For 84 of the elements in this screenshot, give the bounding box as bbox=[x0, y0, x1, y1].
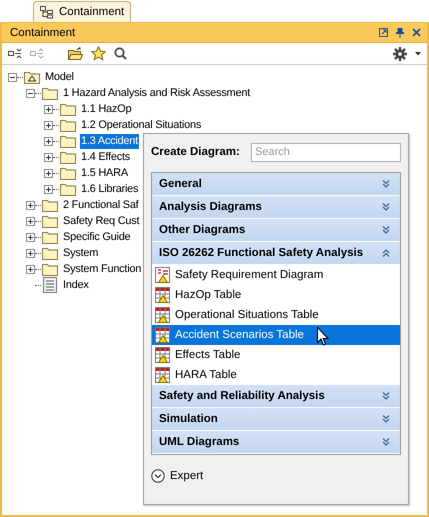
tree-item[interactable]: System Function bbox=[62, 262, 142, 276]
collapse-icon[interactable] bbox=[26, 88, 35, 98]
diagram-item[interactable]: Accident Scenarios Table bbox=[152, 325, 400, 345]
expand-icon[interactable] bbox=[26, 216, 35, 226]
collapse-icon[interactable] bbox=[8, 72, 17, 82]
tree-item[interactable]: 1.6 Libraries bbox=[80, 182, 140, 196]
diagram-item[interactable]: HARA Table bbox=[152, 365, 400, 385]
section-header[interactable]: Analysis Diagrams bbox=[152, 196, 400, 219]
diagram-item[interactable]: HazOp Table bbox=[152, 285, 400, 305]
table-icon bbox=[155, 287, 171, 303]
panel-title: Containment bbox=[10, 26, 76, 38]
table-icon bbox=[155, 367, 171, 383]
section-header[interactable]: General bbox=[152, 173, 400, 196]
table-icon bbox=[155, 347, 171, 363]
expand-chevron-icon bbox=[382, 180, 390, 188]
section-header[interactable]: UML Diagrams bbox=[152, 431, 400, 454]
requirement-diagram-icon bbox=[155, 267, 171, 283]
search-field[interactable]: Search bbox=[251, 142, 401, 162]
expand-icon[interactable] bbox=[44, 104, 53, 114]
collapse-tree-icon[interactable] bbox=[8, 48, 22, 60]
tree-item[interactable]: Model bbox=[44, 70, 75, 84]
pin-icon[interactable] bbox=[396, 28, 404, 38]
folder-icon bbox=[60, 150, 76, 164]
float-icon[interactable] bbox=[379, 28, 388, 37]
star-icon[interactable] bbox=[91, 46, 106, 61]
folder-icon bbox=[42, 262, 58, 276]
close-icon[interactable] bbox=[412, 28, 421, 37]
mouse-cursor-icon bbox=[317, 327, 329, 346]
tree-item[interactable]: 1.5 HARA bbox=[80, 166, 129, 180]
folder-icon bbox=[60, 102, 76, 116]
expand-icon[interactable] bbox=[44, 136, 53, 146]
tree-item[interactable]: 1.4 Effects bbox=[80, 150, 132, 164]
tree-item[interactable]: 1 Hazard Analysis and Risk Assessment bbox=[62, 86, 252, 100]
expand-icon[interactable] bbox=[44, 184, 53, 194]
search-icon[interactable] bbox=[114, 47, 127, 60]
expand-icon[interactable] bbox=[44, 168, 53, 178]
folder-icon bbox=[60, 134, 76, 148]
expand-icon[interactable] bbox=[44, 152, 53, 162]
model-folder-icon bbox=[24, 70, 40, 84]
diagram-item[interactable]: Safety Requirement Diagram bbox=[152, 265, 400, 285]
tree-item[interactable]: 1.1 HazOp bbox=[80, 102, 132, 116]
folder-icon bbox=[42, 214, 58, 228]
expand-chevron-icon bbox=[382, 392, 390, 400]
tree-item[interactable]: 2 Functional Saf bbox=[62, 198, 140, 212]
collapse-chevron-icon bbox=[382, 249, 390, 257]
expand-circle-icon bbox=[151, 469, 165, 483]
expand-icon[interactable] bbox=[44, 120, 53, 130]
section-header[interactable]: Safety and Reliability Analysis bbox=[152, 385, 400, 408]
tree-item[interactable]: Safety Req Cust bbox=[62, 214, 140, 228]
open-folder-icon[interactable] bbox=[68, 47, 83, 60]
tree-structure-icon bbox=[40, 6, 54, 18]
create-diagram-label: Create Diagram: bbox=[151, 146, 240, 158]
expand-chevron-icon bbox=[382, 415, 390, 423]
section-header[interactable]: ISO 26262 Functional Safety Analysis bbox=[152, 242, 400, 265]
tree-item[interactable]: 1.3 Accident bbox=[80, 134, 139, 148]
folder-icon bbox=[60, 182, 76, 196]
expand-chevron-icon bbox=[382, 438, 390, 446]
table-icon bbox=[155, 327, 171, 343]
settings-icon[interactable] bbox=[393, 46, 407, 60]
diagram-item[interactable]: Effects Table bbox=[152, 345, 400, 365]
table-icon bbox=[155, 307, 171, 323]
diagram-item[interactable]: Operational Situations Table bbox=[152, 305, 400, 325]
expand-chevron-icon bbox=[382, 203, 390, 211]
folder-icon bbox=[60, 118, 76, 132]
tree-item[interactable]: Specific Guide bbox=[62, 230, 132, 244]
tree-item[interactable]: System bbox=[62, 246, 100, 260]
section-header[interactable]: Simulation bbox=[152, 408, 400, 431]
containment-tab[interactable]: Containment bbox=[33, 1, 132, 22]
section-header[interactable]: Other Diagrams bbox=[152, 219, 400, 242]
expert-toggle[interactable]: Expert bbox=[151, 469, 204, 483]
expand-chevron-icon bbox=[382, 226, 390, 234]
document-icon bbox=[42, 277, 58, 293]
folder-icon bbox=[42, 198, 58, 212]
tree-item[interactable]: 1.2 Operational Situations bbox=[80, 118, 202, 132]
expand-icon[interactable] bbox=[26, 232, 35, 242]
folder-icon bbox=[42, 246, 58, 260]
folder-icon bbox=[60, 166, 76, 180]
tree-item[interactable]: Index bbox=[62, 278, 90, 292]
dropdown-caret-icon[interactable] bbox=[415, 52, 421, 56]
folder-icon bbox=[42, 86, 58, 100]
expand-icon[interactable] bbox=[26, 200, 35, 210]
expand-icon[interactable] bbox=[26, 264, 35, 274]
expand-icon[interactable] bbox=[26, 248, 35, 258]
folder-icon bbox=[42, 230, 58, 244]
